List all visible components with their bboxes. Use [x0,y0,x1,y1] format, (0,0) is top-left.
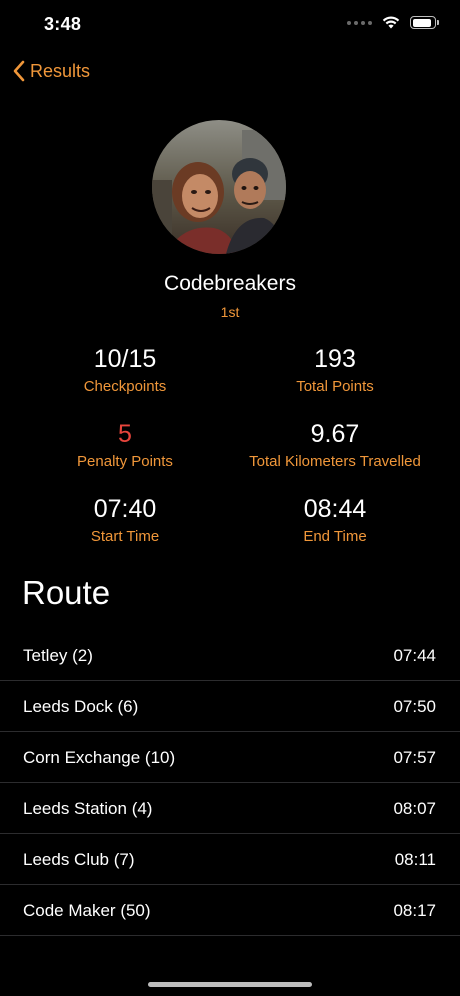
route-list: Tetley (2) 07:44 Leeds Dock (6) 07:50 Co… [0,630,460,936]
route-checkpoint-time: 07:44 [393,646,436,665]
route-row[interactable]: Leeds Club (7) 08:11 [0,834,460,885]
route-row[interactable]: Corn Exchange (10) 07:57 [0,732,460,783]
wifi-icon [382,16,400,29]
route-checkpoint-name: Leeds Station (4) [23,799,153,818]
penalty-points-label: Penalty Points [77,453,173,470]
status-icons [347,16,439,29]
route-row[interactable]: Tetley (2) 07:44 [0,630,460,681]
end-time-label: End Time [303,528,367,545]
route-heading: Route [22,574,111,611]
route-row[interactable]: Code Maker (50) 08:17 [0,885,460,936]
total-points-label: Total Points [296,378,374,395]
distance-label: Total Kilometers Travelled [249,453,421,470]
stat-end-time: 08:44 End Time [220,493,450,545]
end-time-value: 08:44 [303,495,367,523]
route-checkpoint-name: Leeds Club (7) [23,850,135,869]
route-row[interactable]: Leeds Station (4) 08:07 [0,783,460,834]
distance-value: 9.67 [310,420,360,448]
stat-checkpoints: 10/15 Checkpoints [10,343,240,395]
route-checkpoint-name: Leeds Dock (6) [23,697,139,716]
battery-icon [410,16,439,29]
route-checkpoint-time: 07:50 [393,697,436,716]
status-time: 3:48 [44,14,82,34]
stat-total-points: 193 Total Points [220,343,450,395]
route-checkpoint-time: 08:11 [394,850,436,869]
route-checkpoint-time: 07:57 [393,748,436,767]
team-name: Codebreakers [164,272,296,295]
navigation-bar: Results [0,56,460,92]
home-indicator[interactable] [148,982,312,987]
checkpoints-label: Checkpoints [83,378,167,395]
team-rank: 1st [220,304,240,320]
route-checkpoint-name: Tetley (2) [23,646,93,665]
route-checkpoint-time: 08:07 [393,799,436,818]
back-button-label: Results [30,60,91,81]
route-checkpoint-name: Code Maker (50) [23,901,151,920]
stat-penalty-points: 5 Penalty Points [10,418,240,470]
route-row[interactable]: Leeds Dock (6) 07:50 [0,681,460,732]
route-checkpoint-name: Corn Exchange (10) [23,748,176,767]
team-avatar [152,120,286,254]
start-time-value: 07:40 [93,495,157,523]
start-time-label: Start Time [90,528,160,545]
penalty-points-value: 5 [118,420,132,448]
back-button[interactable]: Results [12,60,90,82]
stat-distance: 9.67 Total Kilometers Travelled [220,418,450,470]
stat-start-time: 07:40 Start Time [10,493,240,545]
total-points-value: 193 [314,345,356,373]
chevron-left-icon [13,60,25,82]
cellular-signal-icon [347,20,372,25]
route-checkpoint-time: 08:17 [393,901,436,920]
status-bar: 3:48 [0,0,460,50]
checkpoints-value: 10/15 [93,345,157,373]
